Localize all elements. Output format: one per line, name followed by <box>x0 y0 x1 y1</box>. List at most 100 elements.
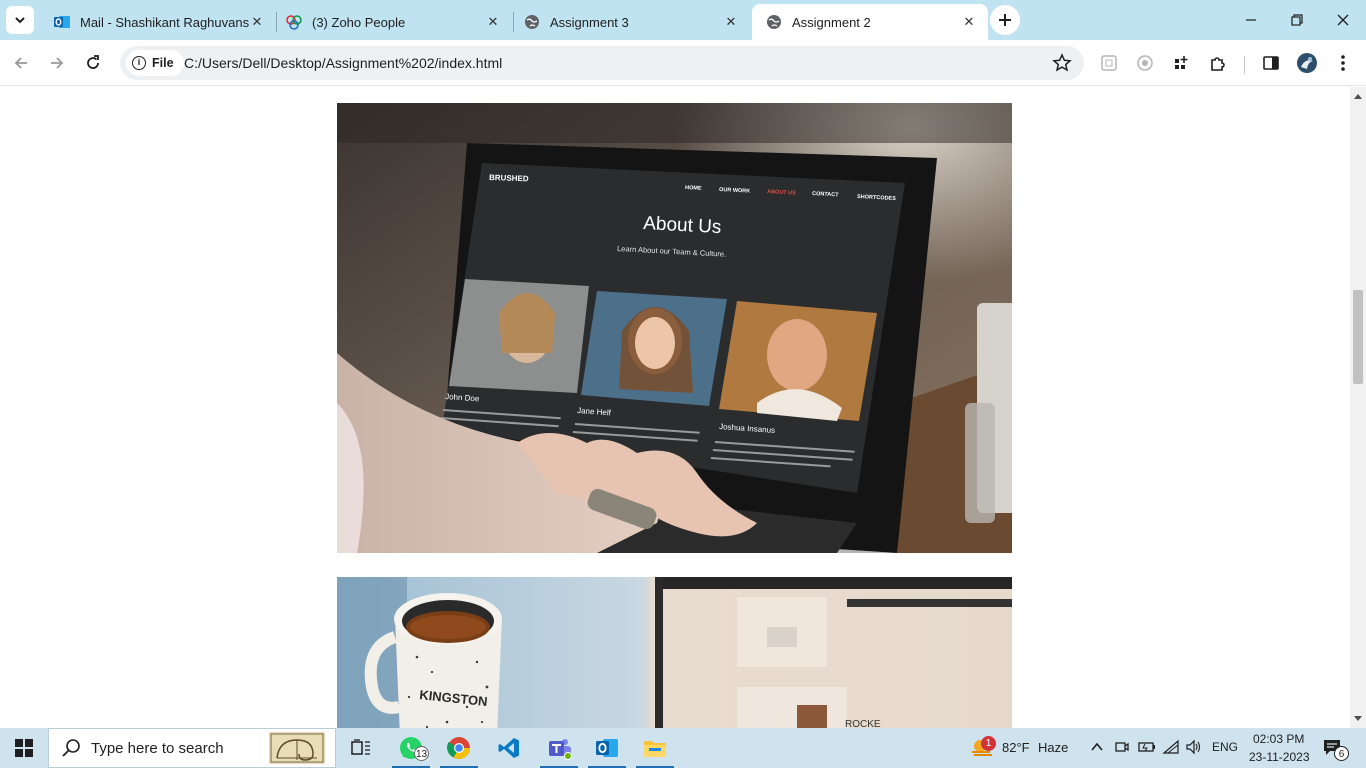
start-button[interactable] <box>0 728 48 768</box>
notification-center-button[interactable]: 6 <box>1322 738 1352 762</box>
caret-up-icon <box>1354 94 1362 99</box>
svg-text:HOME: HOME <box>685 185 702 192</box>
tab-zoho[interactable]: (3) Zoho People ✕ <box>272 4 512 40</box>
page-viewport: BRUSHED HOME OUR WORK ABOUT US CONTACT S… <box>0 87 1350 728</box>
notification-count: 6 <box>1334 746 1349 761</box>
screen-heading-text: About Us <box>643 213 722 238</box>
avatar <box>1297 53 1317 73</box>
puzzle-icon <box>1211 57 1225 71</box>
taskbar-teams[interactable] <box>536 728 582 768</box>
side-panel-button[interactable] <box>1256 48 1286 78</box>
scroll-thumb[interactable] <box>1353 290 1363 384</box>
search-placeholder: Type here to search <box>91 739 224 757</box>
menu-button[interactable] <box>1328 48 1358 78</box>
minimize-icon <box>1246 19 1256 21</box>
weather-badge: 1 <box>981 736 996 751</box>
minimize-button[interactable] <box>1228 0 1274 40</box>
chrome-icon <box>447 737 470 759</box>
more-vertical-icon <box>1341 55 1345 71</box>
laptop-photo-image: BRUSHED HOME OUR WORK ABOUT US CONTACT S… <box>337 103 1012 553</box>
taskbar-search-box[interactable]: Type here to search <box>48 728 336 768</box>
search-highlight-icon <box>269 732 325 764</box>
back-button[interactable] <box>6 48 36 78</box>
tab-title: (3) Zoho People <box>312 14 406 30</box>
battery-icon <box>1138 742 1155 752</box>
tab-mail[interactable]: Mail - Shashikant Raghuvanshi ✕ <box>40 4 276 40</box>
site-info-chip[interactable]: i File <box>126 50 184 76</box>
arrow-right-icon <box>51 57 64 69</box>
chevron-up-icon <box>1091 742 1103 751</box>
reload-icon <box>87 55 99 69</box>
tab-assignment-2[interactable]: Assignment 2 ✕ <box>752 4 988 40</box>
extensions-button[interactable] <box>1203 48 1233 78</box>
bookmark-star-icon[interactable] <box>1052 53 1072 73</box>
weather-desc: Haze <box>1038 740 1069 755</box>
tab-assignment-3[interactable]: Assignment 3 ✕ <box>510 4 750 40</box>
page-scrollbar[interactable] <box>1350 87 1366 728</box>
search-icon <box>62 739 80 757</box>
close-icon <box>1337 14 1349 26</box>
extension-circle-button[interactable] <box>1130 48 1160 78</box>
extension-square-icon <box>1101 55 1117 71</box>
screen-brand-text: BRUSHED <box>489 173 529 183</box>
tray-network-button[interactable] <box>1162 739 1180 760</box>
tab-title: Mail - Shashikant Raghuvanshi <box>80 14 250 30</box>
taskbar-file-explorer[interactable] <box>632 728 678 768</box>
close-icon[interactable]: ✕ <box>248 13 266 31</box>
scroll-down-button[interactable] <box>1350 712 1366 726</box>
tab-strip: Mail - Shashikant Raghuvanshi ✕ (3) Zoho… <box>0 0 1366 40</box>
clock-time: 02:03 PM <box>1253 732 1305 746</box>
close-icon[interactable]: ✕ <box>484 13 502 31</box>
taskbar-outlook[interactable] <box>584 728 630 768</box>
outlook-icon <box>596 739 618 757</box>
extension-grid-button[interactable] <box>1094 48 1124 78</box>
forward-button[interactable] <box>42 48 72 78</box>
camera-icon <box>1115 742 1129 752</box>
new-tab-button[interactable] <box>990 5 1020 35</box>
plus-icon <box>999 14 1011 26</box>
folder-icon <box>644 741 666 757</box>
tray-meet-button[interactable] <box>1114 739 1130 760</box>
restore-button[interactable] <box>1274 0 1320 40</box>
scroll-up-button[interactable] <box>1350 89 1366 103</box>
task-view-icon <box>351 739 370 755</box>
task-view-button[interactable] <box>338 728 384 768</box>
outlook-icon <box>54 16 70 28</box>
extension-circle-icon <box>1137 55 1153 71</box>
reload-button[interactable] <box>78 48 108 78</box>
arrow-left-icon <box>14 57 27 69</box>
close-icon[interactable]: ✕ <box>960 13 978 31</box>
speaker-icon <box>1186 739 1201 755</box>
taskbar-whatsapp[interactable]: 13 <box>388 728 434 768</box>
url-text[interactable]: C:/Users/Dell/Desktop/Assignment%202/ind… <box>184 55 502 71</box>
clock-date: 23-11-2023 <box>1249 750 1310 764</box>
toolbar-divider <box>1244 56 1245 74</box>
whatsapp-badge: 13 <box>414 746 429 761</box>
clock[interactable]: 02:03 PM 23-11-2023 <box>1246 730 1312 766</box>
profile-button[interactable] <box>1292 48 1322 78</box>
globe-icon <box>767 15 781 29</box>
taskbar-chrome[interactable] <box>436 728 482 768</box>
language-indicator[interactable]: ENG <box>1212 740 1238 754</box>
weather-widget[interactable]: 1 82°F Haze <box>966 728 1076 768</box>
extension-plus-button[interactable] <box>1166 48 1196 78</box>
taskbar-vscode[interactable] <box>486 728 532 768</box>
tray-volume-button[interactable] <box>1185 739 1203 760</box>
add-extension-icon <box>1175 56 1188 69</box>
tab-title: Assignment 3 <box>550 14 629 30</box>
tab-search-button[interactable] <box>6 6 34 34</box>
tab-title: Assignment 2 <box>792 14 871 30</box>
tray-battery-button[interactable] <box>1138 739 1156 760</box>
close-icon[interactable]: ✕ <box>722 13 740 31</box>
globe-icon <box>525 15 539 29</box>
windows-logo-icon <box>15 739 33 757</box>
wifi-icon <box>1162 739 1179 754</box>
browser-toolbar: i File C:/Users/Dell/Desktop/Assignment%… <box>0 40 1366 86</box>
mug-photo-image: ROCKE KINGSTON <box>337 577 1012 728</box>
coffee-mug-laptop-photo: ROCKE KINGSTON <box>337 577 1012 728</box>
tray-overflow-button[interactable] <box>1090 740 1104 759</box>
screen-partial-text: ROCKE <box>845 719 881 728</box>
address-bar[interactable]: i File C:/Users/Dell/Desktop/Assignment%… <box>120 46 1084 80</box>
chevron-down-icon <box>15 17 25 24</box>
close-window-button[interactable] <box>1320 0 1366 40</box>
